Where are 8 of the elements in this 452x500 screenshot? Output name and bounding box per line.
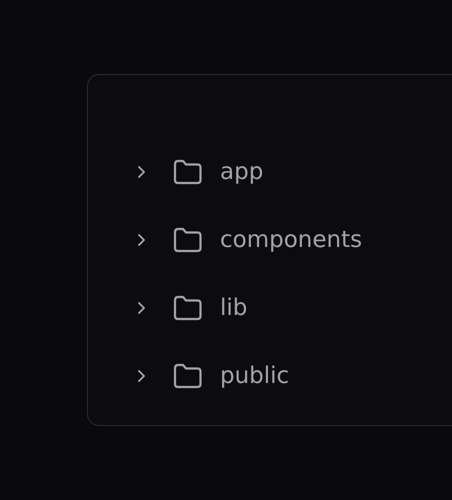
folder-icon [172,363,203,389]
folder-name[interactable]: app [220,159,264,185]
folder-icon [172,227,203,253]
folder-name[interactable]: components [220,227,362,253]
folder-name[interactable]: lib [220,295,248,321]
folder-name[interactable]: public [220,363,290,389]
folder-icon [172,295,203,321]
folder-icon [172,159,203,185]
